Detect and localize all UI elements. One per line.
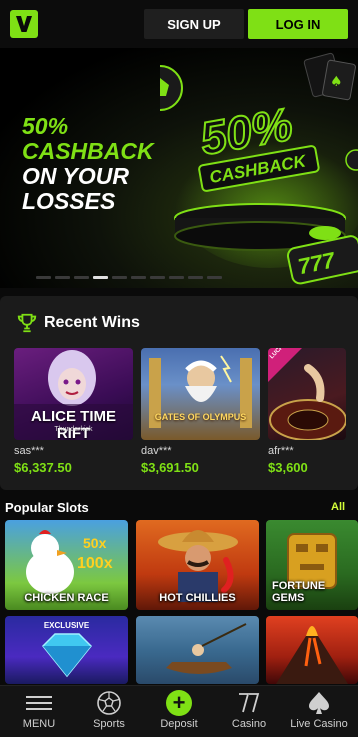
slot-title: FORTUNE GEMS	[272, 580, 326, 604]
slot-tile-fishing[interactable]	[136, 616, 259, 684]
nav-label: Deposit	[160, 718, 198, 730]
sevens-icon	[239, 693, 260, 713]
win-amount: $3,691.50	[141, 460, 199, 475]
fishing-boat-illustration	[166, 623, 247, 674]
recent-wins-title: Recent Wins	[44, 314, 140, 331]
cashback-podium-illustration: ♠ 50% CASHBACK 777	[160, 52, 358, 285]
carousel-dot[interactable]	[112, 276, 127, 279]
carousel-dot[interactable]	[36, 276, 51, 279]
nav-label: Casino	[231, 718, 267, 730]
game-thumbnail-gates-of-olympus[interactable]: GATES OF OLYMPUS	[141, 348, 260, 440]
svg-text:50x: 50x	[83, 535, 107, 551]
game-thumbnail-alice-time-rift[interactable]: ALICE TIME RIFT Thunderkick	[14, 348, 133, 440]
carousel-dot[interactable]	[150, 276, 165, 279]
spade-icon	[309, 692, 329, 714]
carousel-dot[interactable]	[169, 276, 184, 279]
nav-label: Live Casino	[290, 718, 348, 730]
menu-icon	[26, 696, 52, 710]
roulette-illustration	[268, 348, 346, 440]
nav-live-casino[interactable]: Live Casino	[284, 686, 354, 737]
nav-label: MENU	[22, 718, 56, 730]
slot-tile-chicken-race[interactable]: 50x 100x CHICKEN RACE	[5, 520, 128, 610]
signup-button[interactable]: SIGN UP	[144, 9, 244, 39]
nav-menu[interactable]: MENU	[4, 686, 74, 737]
carousel-dot[interactable]	[207, 276, 222, 279]
recent-wins-header: Recent Wins	[16, 312, 140, 334]
slot-tile-volcano[interactable]	[266, 616, 358, 684]
promo-headline: 50% CASHBACK ON YOUR LOSSES	[22, 114, 154, 214]
win-username: dav***	[141, 445, 172, 457]
soccer-ball-icon	[160, 65, 183, 111]
volcano-illustration	[276, 626, 348, 684]
slot-tile-hot-chillies[interactable]: HOT CHILLIES	[136, 520, 259, 610]
plus-icon: +	[166, 690, 192, 716]
carousel-dot[interactable]	[93, 276, 108, 279]
bottom-navigation: MENU Sports + Deposit Casino Live Casino	[0, 685, 358, 737]
promo-cashback: CASHBACK	[22, 138, 154, 164]
nav-deposit[interactable]: + Deposit	[144, 686, 214, 737]
casino-chip-icon	[309, 226, 341, 240]
win-game-provider: Thunderkick	[54, 426, 93, 433]
recent-wins-panel: Recent Wins ALICE TIME RIFT Thunderkick …	[0, 296, 358, 490]
slot-exclusive-badge: EXCLUSIVE	[43, 621, 90, 630]
promo-losses: LOSSES	[22, 188, 116, 214]
win-username: afr***	[268, 445, 294, 457]
v-logo-icon	[16, 16, 32, 32]
nav-casino[interactable]: Casino	[214, 686, 284, 737]
promo-on-your: ON YOUR	[22, 163, 129, 189]
win-username: sas***	[14, 445, 44, 457]
playing-cards-icon: ♠	[303, 52, 356, 101]
game-thumbnail-lucky-streak[interactable]: LUCKY STREAK	[268, 348, 346, 440]
soccer-ball-icon	[97, 691, 121, 715]
carousel-dot[interactable]	[188, 276, 203, 279]
carousel-dot[interactable]	[55, 276, 70, 279]
popular-slots-title: Popular Slots	[5, 500, 89, 515]
carousel-dots	[36, 276, 222, 279]
win-amount: $6,337.50	[14, 460, 72, 475]
top-header: SIGN UP LOG IN	[0, 0, 358, 48]
win-amount: $3,600	[268, 460, 308, 475]
slot-title: HOT CHILLIES	[159, 592, 236, 604]
nav-label: Sports	[93, 718, 125, 730]
promo-percent: 50%	[22, 113, 69, 139]
slot-tile-fortune-gems[interactable]: FORTUNE GEMS	[266, 520, 358, 610]
promo-banner[interactable]: 50% CASHBACK ON YOUR LOSSES ♠ 50% CASHBA…	[0, 48, 358, 288]
popular-slots-all-link[interactable]: All	[331, 501, 345, 513]
nav-sports[interactable]: Sports	[74, 686, 144, 737]
win-game-title: GATES OF OLYMPUS	[154, 412, 247, 422]
carousel-dot[interactable]	[131, 276, 146, 279]
win-game-title: ALICE TIME RIFT	[31, 408, 116, 440]
slot-tile-exclusive-diamond[interactable]: EXCLUSIVE	[5, 616, 128, 684]
svg-text:♠: ♠	[330, 74, 343, 90]
slot-title: CHICKEN RACE	[24, 592, 109, 604]
svg-text:100x: 100x	[77, 555, 113, 572]
carousel-dot[interactable]	[74, 276, 89, 279]
login-button[interactable]: LOG IN	[248, 9, 348, 39]
zeus-illustration	[149, 355, 252, 428]
brand-logo[interactable]	[10, 10, 38, 38]
trophy-icon	[17, 313, 37, 333]
